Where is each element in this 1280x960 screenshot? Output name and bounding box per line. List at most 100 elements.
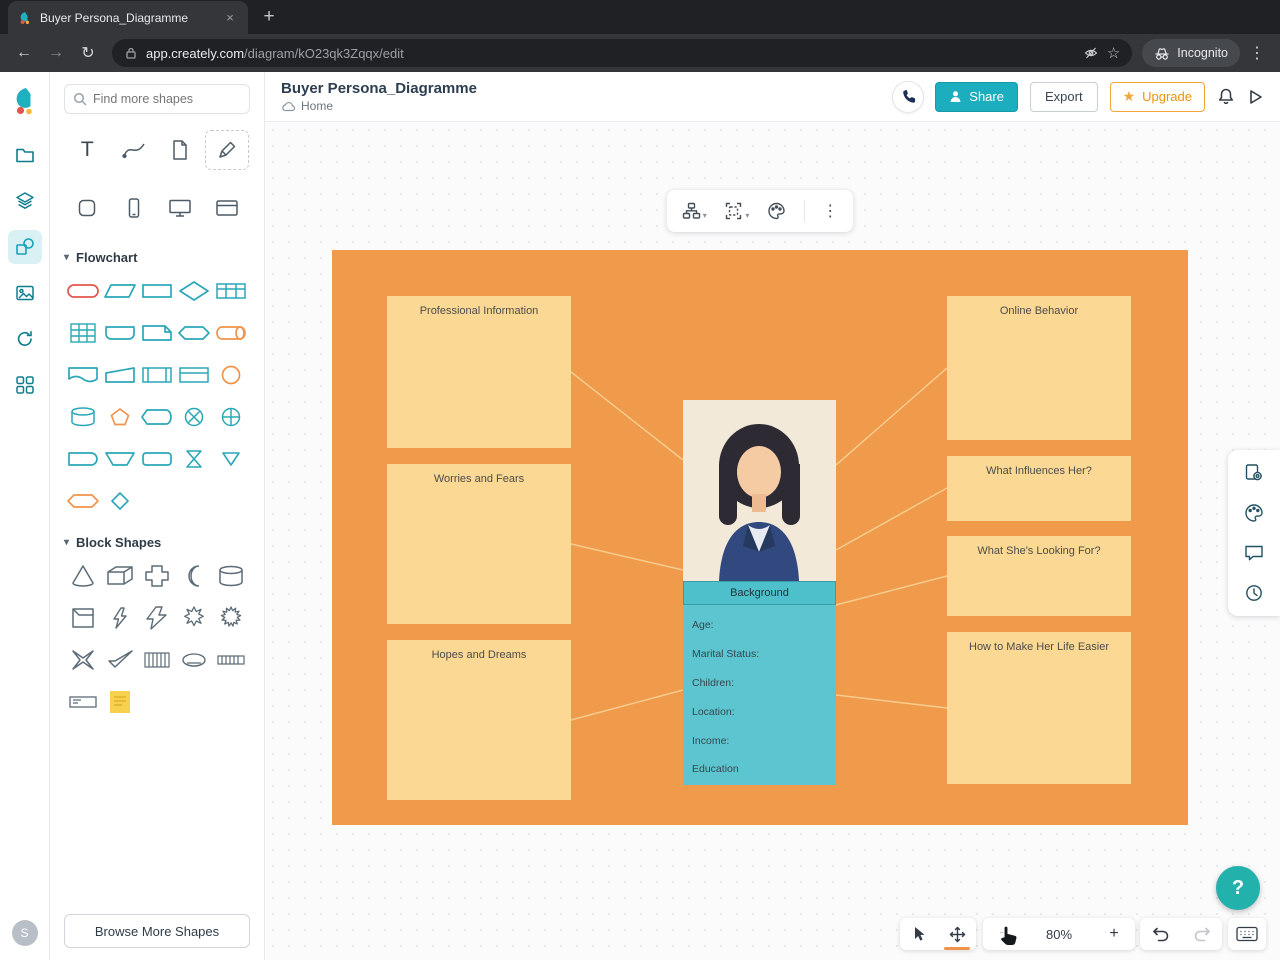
shape-parallelogram[interactable]: [102, 279, 138, 303]
zoom-level[interactable]: 80%: [1046, 927, 1072, 942]
shape-display[interactable]: [139, 405, 175, 429]
tab-close-icon[interactable]: ×: [222, 10, 238, 26]
user-avatar[interactable]: S: [11, 920, 38, 946]
browser-frame-shape[interactable]: [205, 188, 249, 228]
shape-search[interactable]: [64, 84, 250, 114]
shape-cone[interactable]: [65, 564, 101, 588]
section-block-shapes[interactable]: ▾ Block Shapes: [64, 535, 250, 550]
shape-half-disc[interactable]: [176, 648, 212, 672]
shape-table[interactable]: [213, 279, 249, 303]
browser-tab[interactable]: Buyer Persona_Diagramme ×: [8, 1, 248, 34]
zoom-out-button[interactable]: −: [993, 925, 1015, 943]
browse-more-shapes-button[interactable]: Browse More Shapes: [64, 914, 250, 948]
shape-circle-x[interactable]: [176, 405, 212, 429]
rounded-square-shape[interactable]: [65, 188, 109, 228]
style-tool-button[interactable]: [767, 202, 786, 220]
back-icon[interactable]: ←: [10, 39, 38, 67]
text-tool[interactable]: T: [65, 130, 109, 170]
shape-rounded-rect[interactable]: [139, 447, 175, 471]
persona-note[interactable]: Worries and Fears: [387, 464, 571, 624]
upgrade-button[interactable]: ★ Upgrade: [1109, 81, 1205, 112]
history-icon[interactable]: [1241, 580, 1267, 606]
present-icon[interactable]: [1247, 88, 1264, 106]
redo-button[interactable]: [1193, 926, 1211, 942]
shape-hatched-rect[interactable]: [139, 648, 175, 672]
more-options-button[interactable]: ⋮: [822, 201, 838, 221]
blank-page-tool[interactable]: [158, 130, 202, 170]
diagram-canvas[interactable]: ▾ ▾ ⋮ Professional Information Worries a…: [265, 122, 1280, 960]
undo-button[interactable]: [1152, 926, 1170, 942]
forward-icon[interactable]: →: [42, 39, 70, 67]
shapes-icon[interactable]: [7, 230, 42, 264]
layout-tool-button[interactable]: ▾: [682, 202, 707, 220]
shape-rectangle[interactable]: [139, 279, 175, 303]
export-button[interactable]: Export: [1029, 81, 1098, 112]
creately-logo[interactable]: [12, 86, 38, 116]
layers-icon[interactable]: [8, 184, 42, 218]
shape-folded-document[interactable]: [139, 321, 175, 345]
shape-hourglass[interactable]: [176, 447, 212, 471]
shape-x-mark[interactable]: [65, 648, 101, 672]
notifications-bell-icon[interactable]: [1217, 87, 1235, 106]
select-tool-button[interactable]: [900, 918, 938, 950]
field-education[interactable]: Education: [692, 755, 836, 784]
apps-icon[interactable]: [8, 368, 42, 402]
shape-pentagon[interactable]: [102, 405, 138, 429]
field-location[interactable]: Location:: [692, 697, 836, 726]
shape-circle[interactable]: [213, 363, 249, 387]
browser-menu-icon[interactable]: ⋮: [1244, 43, 1270, 63]
shape-sticky-note[interactable]: [102, 690, 138, 714]
shape-hexagon[interactable]: [176, 321, 212, 345]
desktop-frame-shape[interactable]: [158, 188, 202, 228]
shape-inverted-trapezoid[interactable]: [102, 447, 138, 471]
shape-lightning-small[interactable]: [102, 606, 138, 630]
persona-note[interactable]: Online Behavior: [947, 296, 1131, 440]
sync-icon[interactable]: [8, 322, 42, 356]
section-flowchart[interactable]: ▾ Flowchart: [64, 250, 250, 265]
keyboard-icon[interactable]: [1236, 926, 1258, 942]
shape-document[interactable]: [65, 363, 101, 387]
shape-burst-8[interactable]: [176, 606, 212, 630]
persona-note[interactable]: How to Make Her Life Easier: [947, 632, 1131, 784]
comments-icon[interactable]: [1241, 540, 1267, 566]
bookmark-star-icon[interactable]: ☆: [1107, 44, 1120, 62]
shape-cross[interactable]: [139, 564, 175, 588]
shape-delay[interactable]: [65, 447, 101, 471]
shape-cylinder-gray[interactable]: [213, 564, 249, 588]
field-age[interactable]: Age:: [692, 611, 836, 640]
search-input[interactable]: [93, 92, 241, 106]
theme-palette-icon[interactable]: [1241, 500, 1267, 526]
shape-lightning[interactable]: [139, 606, 175, 630]
shape-triangle-down[interactable]: [213, 447, 249, 471]
shape-crescent[interactable]: [176, 564, 212, 588]
background-section-header[interactable]: Background: [683, 581, 836, 605]
shape-hexagon-orange[interactable]: [65, 489, 101, 513]
zoom-in-button[interactable]: +: [1103, 925, 1125, 943]
image-icon[interactable]: [8, 276, 42, 310]
shape-label-rect[interactable]: [65, 690, 101, 714]
shape-card[interactable]: [102, 321, 138, 345]
pen-tool[interactable]: [204, 130, 249, 170]
shape-folded-sheet[interactable]: [65, 606, 101, 630]
mobile-frame-shape[interactable]: [112, 188, 156, 228]
help-button[interactable]: ?: [1216, 866, 1260, 910]
pan-tool-button[interactable]: [938, 918, 976, 950]
reload-icon[interactable]: ↻: [74, 39, 102, 67]
new-tab-button[interactable]: +: [254, 2, 284, 32]
persona-photo[interactable]: [683, 400, 836, 581]
shape-grid-table[interactable]: [65, 321, 101, 345]
frame-tool-button[interactable]: ▾: [724, 202, 749, 220]
shape-hatched-bar[interactable]: [213, 648, 249, 672]
persona-note[interactable]: What Influences Her?: [947, 456, 1131, 521]
persona-note[interactable]: What She's Looking For?: [947, 536, 1131, 616]
shape-small-diamond[interactable]: [102, 489, 138, 513]
shape-cylinder[interactable]: [65, 405, 101, 429]
folder-icon[interactable]: [8, 138, 42, 172]
diagram-settings-icon[interactable]: [1241, 460, 1267, 486]
address-bar[interactable]: app.creately.com/diagram/kO23qk3Zqqx/edi…: [112, 39, 1133, 67]
breadcrumb[interactable]: Home: [281, 99, 477, 113]
shape-terminator[interactable]: [65, 279, 101, 303]
call-button[interactable]: [893, 81, 924, 112]
background-fields[interactable]: Age: Marital Status: Children: Location:…: [683, 605, 836, 785]
document-title[interactable]: Buyer Persona_Diagramme: [281, 80, 477, 97]
